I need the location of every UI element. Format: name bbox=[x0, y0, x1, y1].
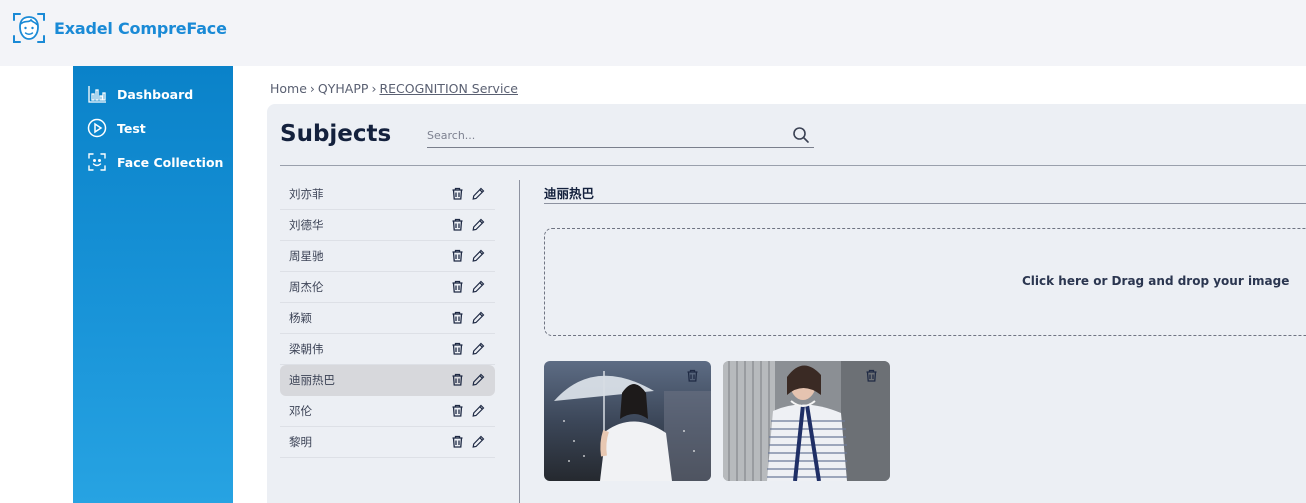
subject-name: 刘德华 bbox=[289, 218, 324, 232]
delete-icon[interactable] bbox=[865, 367, 878, 382]
subject-name: 刘亦菲 bbox=[289, 187, 324, 201]
subject-name: 周杰伦 bbox=[289, 280, 324, 294]
delete-icon[interactable] bbox=[451, 373, 464, 386]
top-bar: Exadel CompreFace bbox=[0, 0, 1306, 66]
image-dropzone[interactable]: Click here or Drag and drop your image bbox=[544, 228, 1306, 336]
edit-icon[interactable] bbox=[472, 373, 485, 386]
subjects-panel: Subjects 刘亦菲 刘德华 周星驰 bbox=[267, 104, 1306, 503]
subject-list-item[interactable]: 刘德华 bbox=[280, 210, 495, 241]
edit-icon[interactable] bbox=[472, 249, 485, 262]
sidebar: Dashboard Test Face Collection bbox=[73, 66, 233, 503]
subject-name: 邓伦 bbox=[289, 404, 312, 418]
chart-icon bbox=[87, 84, 107, 104]
breadcrumb-separator: › bbox=[309, 81, 315, 96]
edit-icon[interactable] bbox=[472, 311, 485, 324]
search-box bbox=[427, 124, 814, 148]
delete-icon[interactable] bbox=[451, 311, 464, 324]
subject-name: 周星驰 bbox=[289, 249, 324, 263]
sidebar-item-label: Test bbox=[117, 120, 146, 136]
edit-icon[interactable] bbox=[472, 187, 485, 200]
delete-icon[interactable] bbox=[451, 187, 464, 200]
sidebar-item-face-collection[interactable]: Face Collection bbox=[87, 152, 223, 172]
face-scan-icon bbox=[87, 152, 107, 172]
search-input[interactable] bbox=[427, 124, 777, 147]
breadcrumb-service[interactable]: RECOGNITION Service bbox=[379, 81, 518, 96]
subject-name: 黎明 bbox=[289, 435, 312, 449]
subject-name-underline bbox=[544, 203, 1306, 204]
subject-name: 迪丽热巴 bbox=[289, 373, 335, 387]
play-icon bbox=[87, 118, 107, 138]
sidebar-item-test[interactable]: Test bbox=[87, 118, 146, 138]
header-divider bbox=[280, 165, 1306, 166]
sidebar-item-label: Face Collection bbox=[117, 154, 224, 170]
edit-icon[interactable] bbox=[472, 404, 485, 417]
sidebar-item-label: Dashboard bbox=[117, 86, 194, 102]
edit-icon[interactable] bbox=[472, 435, 485, 448]
breadcrumb: Home › QYHAPP › RECOGNITION Service bbox=[270, 81, 518, 96]
breadcrumb-home[interactable]: Home bbox=[270, 81, 307, 96]
brand-logo[interactable]: Exadel CompreFace bbox=[12, 11, 227, 45]
breadcrumb-separator: › bbox=[371, 81, 377, 96]
edit-icon[interactable] bbox=[472, 218, 485, 231]
subject-list-item[interactable]: 梁朝伟 bbox=[280, 334, 495, 365]
subject-list-item[interactable]: 周星驰 bbox=[280, 241, 495, 272]
page-title: Subjects bbox=[280, 121, 392, 147]
delete-icon[interactable] bbox=[451, 218, 464, 231]
sidebar-item-dashboard[interactable]: Dashboard bbox=[87, 84, 193, 104]
delete-icon[interactable] bbox=[451, 249, 464, 262]
subject-list-item[interactable]: 邓伦 bbox=[280, 396, 495, 427]
edit-icon[interactable] bbox=[472, 280, 485, 293]
subject-list-item[interactable]: 黎明 bbox=[280, 427, 495, 458]
subject-list-item[interactable]: 刘亦菲 bbox=[280, 179, 495, 210]
edit-icon[interactable] bbox=[472, 342, 485, 355]
face-image-thumbnail[interactable] bbox=[723, 361, 890, 481]
subject-name: 杨颖 bbox=[289, 311, 312, 325]
list-divider bbox=[519, 180, 520, 503]
search-icon[interactable] bbox=[792, 126, 810, 144]
subject-list-item[interactable]: 杨颖 bbox=[280, 303, 495, 334]
brand-name: Exadel CompreFace bbox=[54, 18, 227, 38]
delete-icon[interactable] bbox=[451, 435, 464, 448]
face-image-thumbnail[interactable] bbox=[544, 361, 711, 481]
breadcrumb-app[interactable]: QYHAPP bbox=[318, 81, 369, 96]
subject-name: 梁朝伟 bbox=[289, 342, 324, 356]
delete-icon[interactable] bbox=[686, 367, 699, 382]
subject-list: 刘亦菲 刘德华 周星驰 周杰伦 杨颖 梁朝伟 迪丽热巴 邓伦 黎明 bbox=[280, 179, 495, 458]
compreface-logo-icon bbox=[13, 13, 45, 43]
subject-list-item[interactable]: 周杰伦 bbox=[280, 272, 495, 303]
delete-icon[interactable] bbox=[451, 280, 464, 293]
dropzone-label: Click here or Drag and drop your image bbox=[1022, 274, 1290, 288]
delete-icon[interactable] bbox=[451, 342, 464, 355]
subject-name-heading[interactable]: 迪丽热巴 bbox=[544, 183, 594, 202]
delete-icon[interactable] bbox=[451, 404, 464, 417]
subject-list-item-selected[interactable]: 迪丽热巴 bbox=[280, 365, 495, 396]
